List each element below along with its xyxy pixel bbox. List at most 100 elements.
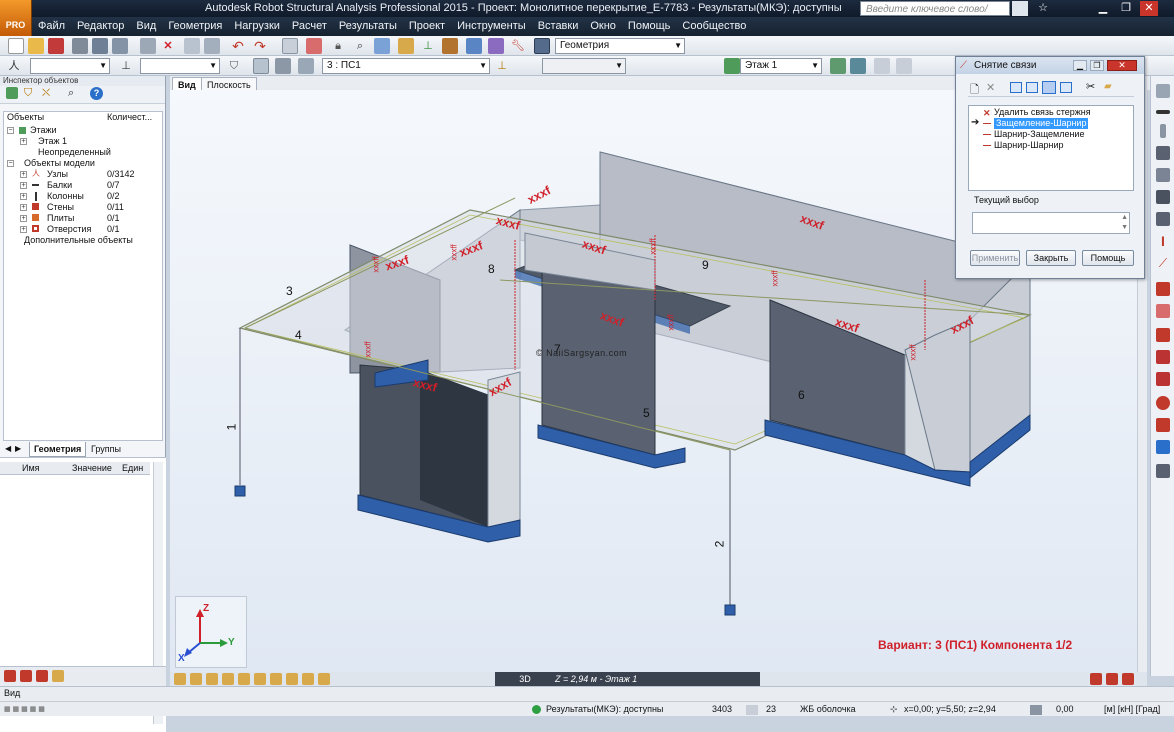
release-item-delete[interactable]: Удалить связь стержня	[994, 107, 1091, 118]
minimize-button[interactable]: ▁	[1094, 1, 1112, 16]
search-input[interactable]: Введите ключевое слово/фразу	[860, 1, 1010, 30]
tab-geometry[interactable]: Геометрия	[29, 442, 87, 457]
large-icons-view-icon[interactable]	[1010, 82, 1022, 93]
open-folder-icon[interactable]	[28, 38, 44, 54]
panel-tool-icon[interactable]	[1156, 190, 1170, 204]
grid-tool-icon[interactable]	[1156, 350, 1170, 364]
case-select-icon[interactable]	[298, 58, 314, 74]
object-tool-icon[interactable]	[1156, 212, 1170, 226]
beam-icon[interactable]: ⊥	[118, 58, 134, 74]
display-icon[interactable]	[206, 673, 218, 685]
menu-geometry[interactable]: Геометрия	[162, 17, 228, 36]
edit-icon[interactable]	[20, 670, 32, 682]
maximize-button[interactable]: ❐	[1117, 1, 1135, 16]
app-logo[interactable]: PRO	[0, 0, 32, 36]
minimize-button[interactable]: ▁	[1073, 60, 1087, 71]
view-tool-icon[interactable]	[1090, 673, 1102, 685]
zoom-window-icon[interactable]	[374, 38, 390, 54]
spinner-icon[interactable]: ▲ ▼	[1121, 213, 1128, 233]
materials-icon[interactable]	[442, 38, 458, 54]
display-icon[interactable]	[190, 673, 202, 685]
menu-analysis[interactable]: Расчет	[286, 17, 333, 36]
story-icon[interactable]	[724, 58, 740, 74]
select-icon[interactable]	[6, 87, 18, 99]
properties-icon[interactable]	[52, 670, 64, 682]
tree-item-story-1[interactable]: Этаж 1	[38, 136, 67, 147]
help-icon[interactable]: ?	[90, 87, 103, 100]
view-mode-3d[interactable]: 3D	[495, 672, 555, 686]
wrench-icon[interactable]: 🔧︎	[510, 38, 526, 54]
story-display-icon[interactable]	[896, 58, 912, 74]
display-icon[interactable]	[222, 673, 234, 685]
node-tool-icon[interactable]	[1156, 84, 1170, 98]
menu-view[interactable]: Вид	[130, 17, 162, 36]
tab-scroll-right-icon[interactable]: ▶	[15, 442, 21, 456]
apply-button[interactable]: Применить	[970, 250, 1020, 266]
slab-tool-icon[interactable]	[1156, 146, 1170, 160]
case-filter-icon[interactable]: ⊥	[494, 58, 510, 74]
section-tool-icon[interactable]: I	[1156, 234, 1170, 248]
find-icon[interactable]: ⌕	[68, 87, 80, 99]
tab-scroll-left-icon[interactable]: ◀	[5, 442, 11, 456]
release-item-pinned-fixed[interactable]: Шарнир-Защемление	[994, 129, 1084, 140]
axis-gizmo[interactable]: Z Y X	[175, 596, 247, 668]
new-icon[interactable]: 🗋︎	[970, 81, 979, 100]
offset-tool-icon[interactable]	[1156, 328, 1170, 342]
display-icon[interactable]	[286, 673, 298, 685]
screen-capture-icon[interactable]	[140, 38, 156, 54]
filter-icon[interactable]: ⛉	[226, 58, 242, 74]
story-up-icon[interactable]	[830, 58, 846, 74]
menu-loads[interactable]: Нагрузки	[228, 17, 286, 36]
expand-icon[interactable]: +	[20, 193, 27, 200]
current-selection-field[interactable]: ▲ ▼	[972, 212, 1130, 234]
menu-file[interactable]: Файл	[32, 17, 71, 36]
frame-tool-icon[interactable]	[1156, 372, 1170, 386]
undo-icon[interactable]: ↶	[230, 38, 246, 54]
clear-filter-icon[interactable]: ⛌	[42, 87, 54, 99]
tree-item-undefined[interactable]: Неопределенный	[38, 147, 111, 158]
lock-icon[interactable]: 🔒︎	[330, 38, 346, 54]
expand-icon[interactable]: +	[20, 226, 27, 233]
menu-window[interactable]: Окно	[584, 17, 622, 36]
menu-tools[interactable]: Инструменты	[451, 17, 532, 36]
load-definition-icon[interactable]	[488, 38, 504, 54]
tree-item-walls[interactable]: Стены	[47, 202, 74, 213]
layout-selector-icon[interactable]	[534, 38, 550, 54]
object-select-icon[interactable]	[275, 58, 291, 74]
view-tool-icon[interactable]	[1122, 673, 1134, 685]
menu-results[interactable]: Результаты	[333, 17, 403, 36]
combination-tool-icon[interactable]	[1156, 418, 1170, 432]
material-tool-icon[interactable]	[1156, 282, 1170, 296]
tab-view[interactable]: Вид	[172, 77, 202, 90]
column-tool-icon[interactable]	[1160, 124, 1166, 138]
tree-item-slabs[interactable]: Плиты	[47, 213, 74, 224]
beam-tool-icon[interactable]	[1156, 110, 1170, 114]
mode-combo[interactable]: ▼	[542, 58, 626, 74]
details-view-icon[interactable]	[1060, 82, 1072, 93]
help-button[interactable]: Помощь	[1082, 250, 1134, 266]
menu-addins[interactable]: Вставки	[532, 17, 585, 36]
expand-icon[interactable]: +	[20, 171, 27, 178]
new-file-icon[interactable]	[8, 38, 24, 54]
info-center-icon[interactable]: ☆	[1034, 1, 1052, 16]
view-tool-icon[interactable]	[1106, 673, 1118, 685]
load-case-combo[interactable]: 3 : ПС1 ▼	[322, 58, 490, 74]
tree-item-columns[interactable]: Колонны	[47, 191, 84, 202]
expand-icon[interactable]: +	[20, 138, 27, 145]
redo-icon[interactable]: ↷	[252, 38, 268, 54]
display-icon[interactable]	[238, 673, 250, 685]
expand-icon[interactable]: +	[20, 204, 27, 211]
story-down-icon[interactable]	[850, 58, 866, 74]
supports-icon[interactable]: ⊥	[420, 38, 436, 54]
tree-item-nodes[interactable]: Узлы	[47, 169, 68, 180]
load-tool-icon[interactable]	[1156, 396, 1170, 410]
node-selection-combo[interactable]: ▼	[30, 58, 110, 74]
tree-item-openings[interactable]: Отверстия	[47, 224, 91, 235]
sections-icon[interactable]	[398, 38, 414, 54]
folder-icon[interactable]: ▰	[1104, 81, 1112, 92]
expand-icon[interactable]: −	[7, 160, 14, 167]
expand-icon[interactable]: −	[7, 127, 14, 134]
expand-icon[interactable]: +	[20, 182, 27, 189]
story-manager-icon[interactable]	[874, 58, 890, 74]
z-level-indicator[interactable]: Z = 2,94 м - Этаж 1	[550, 672, 760, 686]
